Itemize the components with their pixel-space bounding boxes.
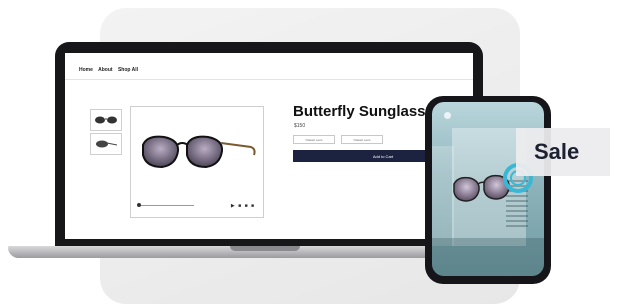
product-main-image: ▶ ■ ■ ■ [130,106,264,218]
gallery-progress-track [139,205,194,206]
laptop-screen: Home About Shop All ▶ ■ ■ ■ Butterfly Su… [65,53,473,239]
option-button-2[interactable]: Classic Lens [341,135,383,144]
sunglasses-image [142,135,256,169]
sunglasses-thumb-icon [95,116,117,124]
gallery-progress-handle[interactable] [137,203,141,207]
nav-item-shop-all[interactable]: Shop All [118,67,138,73]
thumbnail-1[interactable] [90,109,122,131]
top-nav: Home About Shop All [79,67,142,73]
option-button-1[interactable]: Classic Lens [293,135,335,144]
gallery-controls[interactable]: ▶ ■ ■ ■ [231,203,255,209]
nav-item-about[interactable]: About [98,67,112,73]
laptop-base-notch [230,246,300,251]
nav-item-home[interactable]: Home [79,67,93,73]
product-title: Butterfly Sunglass [293,103,426,120]
sale-badge: Sale [516,128,610,176]
product-price: $150 [294,123,306,129]
sunglasses-side-thumb-icon [96,140,118,148]
header-divider [65,79,473,80]
thumbnail-2[interactable] [90,133,122,155]
